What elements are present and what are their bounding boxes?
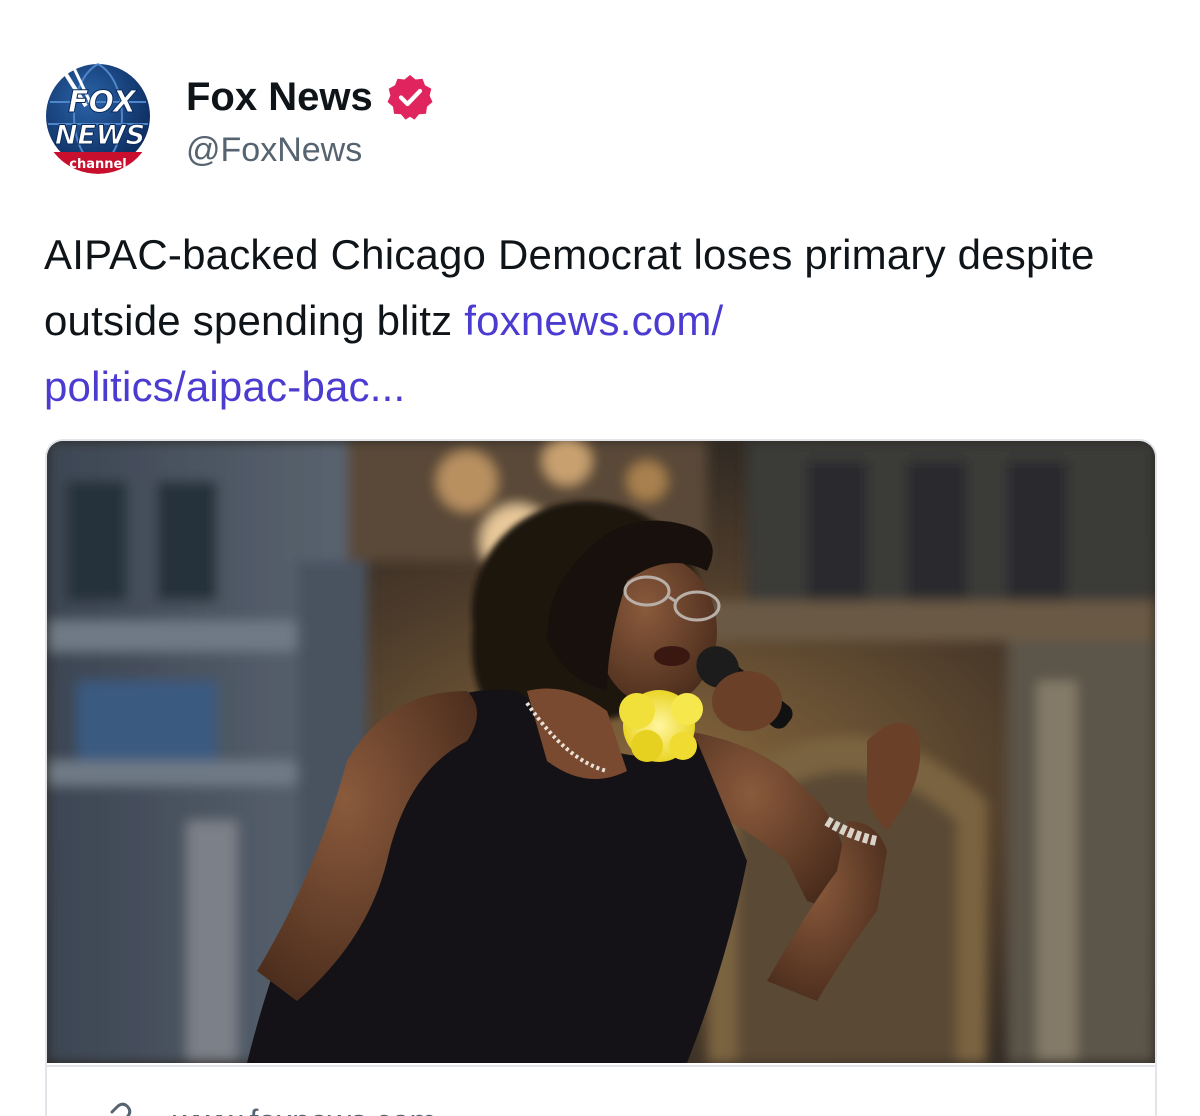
- display-name[interactable]: Fox News: [186, 73, 373, 121]
- post-text: AIPAC-backed Chicago Democrat loses prim…: [44, 222, 1164, 420]
- post: channel FOX NEWS Fox News @FoxNews AIPAC…: [0, 0, 1200, 1116]
- avatar-news-text: NEWS: [55, 120, 145, 151]
- card-photo-image: [47, 441, 1155, 1063]
- avatar[interactable]: channel FOX NEWS: [42, 62, 154, 174]
- link-icon: [110, 1102, 132, 1116]
- card-footer: www.foxnews.com: [47, 1065, 1155, 1116]
- verified-badge-icon: [387, 75, 433, 120]
- avatar-channel-text: channel: [69, 157, 127, 172]
- link-preview-card[interactable]: www.foxnews.com: [45, 439, 1157, 1116]
- avatar-fox-text: FOX: [68, 85, 138, 120]
- fox-news-logo-icon: channel FOX NEWS: [42, 62, 154, 174]
- name-row: Fox News: [186, 72, 435, 122]
- card-domain: www.foxnews.com: [173, 1101, 436, 1116]
- account-handle[interactable]: @FoxNews: [186, 128, 362, 172]
- post-link-line1: foxnews.com/: [464, 297, 724, 344]
- post-link-line2: politics/aipac-bac...: [44, 363, 406, 410]
